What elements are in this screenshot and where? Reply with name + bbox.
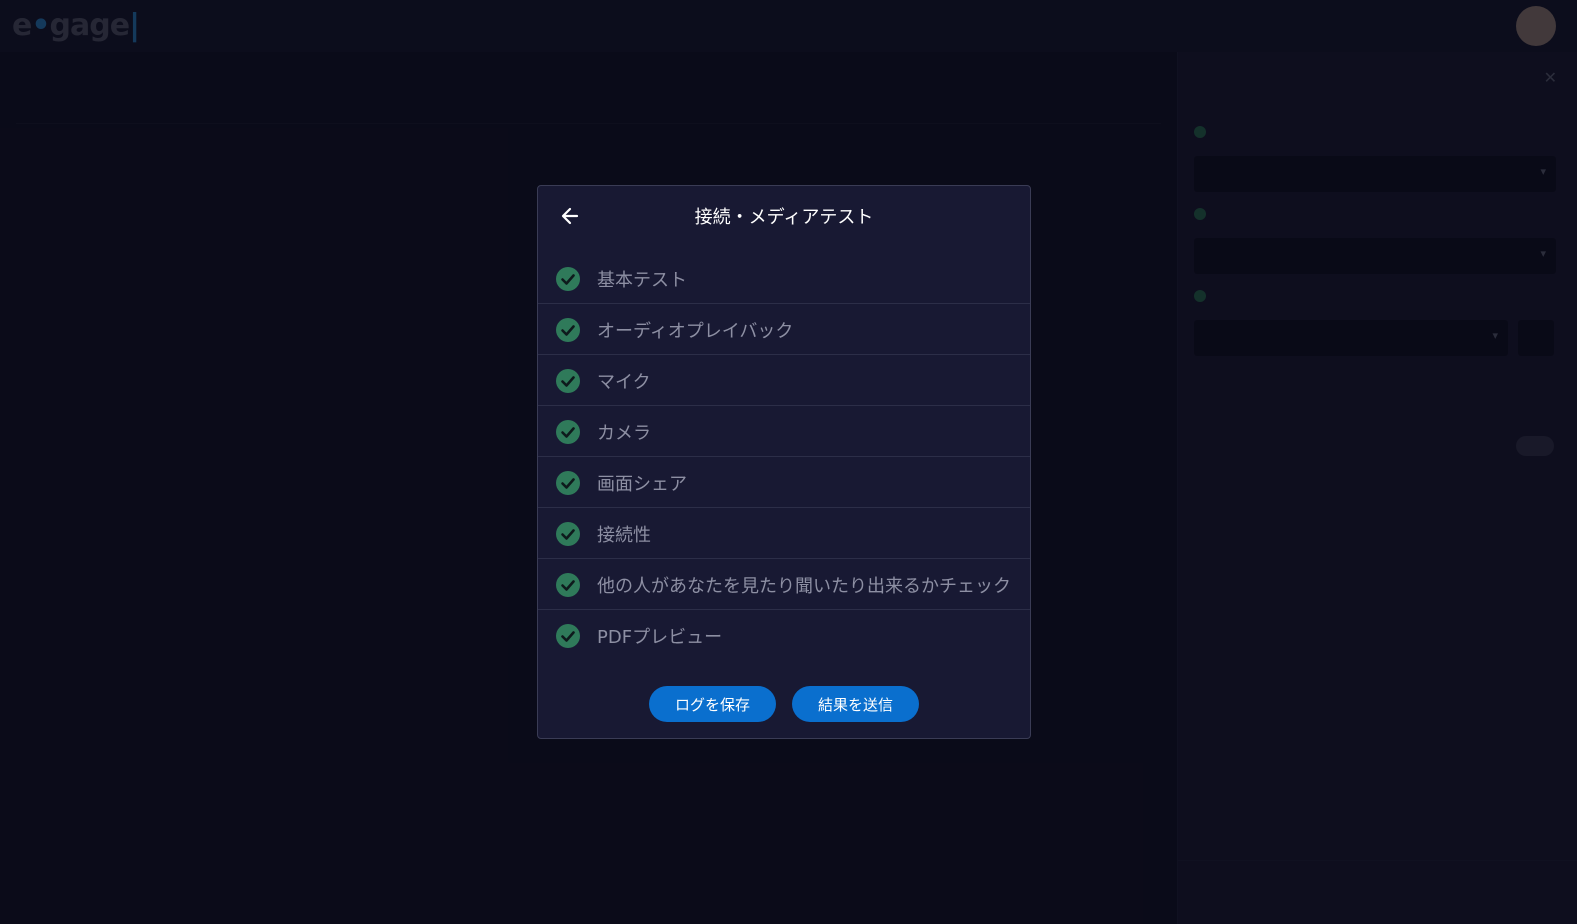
test-row: 他の人があなたを見たり聞いたり出来るかチェック — [538, 559, 1030, 610]
check-circle-icon — [556, 267, 580, 291]
test-label: PDFプレビュー — [597, 627, 723, 648]
test-label: 他の人があなたを見たり聞いたり出来るかチェック — [597, 576, 1011, 597]
connection-media-test-dialog: 接続・メディアテスト 基本テスト オーディオプレイバック マイク カメラ 画面シ… — [537, 185, 1031, 739]
test-row: カメラ — [538, 406, 1030, 457]
check-circle-icon — [556, 471, 580, 495]
dialog-header: 接続・メディアテスト — [538, 186, 1030, 248]
test-label: 接続性 — [597, 525, 651, 546]
dialog-title: 接続・メディアテスト — [694, 207, 874, 228]
test-row: PDFプレビュー — [538, 610, 1030, 661]
test-label: カメラ — [597, 423, 651, 444]
send-results-button[interactable]: 結果を送信 — [792, 686, 919, 722]
save-log-button[interactable]: ログを保存 — [649, 686, 776, 722]
check-circle-icon — [556, 420, 580, 444]
check-circle-icon — [556, 624, 580, 648]
test-label: 画面シェア — [597, 474, 687, 495]
dialog-actions: ログを保存 結果を送信 — [538, 686, 1030, 722]
check-circle-icon — [556, 318, 580, 342]
check-circle-icon — [556, 369, 580, 393]
test-row: 基本テスト — [538, 253, 1030, 304]
check-circle-icon — [556, 573, 580, 597]
test-label: オーディオプレイバック — [597, 321, 794, 342]
check-circle-icon — [556, 522, 580, 546]
test-label: マイク — [597, 372, 651, 393]
test-label: 基本テスト — [597, 270, 687, 291]
test-row: オーディオプレイバック — [538, 304, 1030, 355]
test-row: マイク — [538, 355, 1030, 406]
test-list: 基本テスト オーディオプレイバック マイク カメラ 画面シェア 接続性 他の人が… — [538, 253, 1030, 661]
test-row: 画面シェア — [538, 457, 1030, 508]
test-row: 接続性 — [538, 508, 1030, 559]
